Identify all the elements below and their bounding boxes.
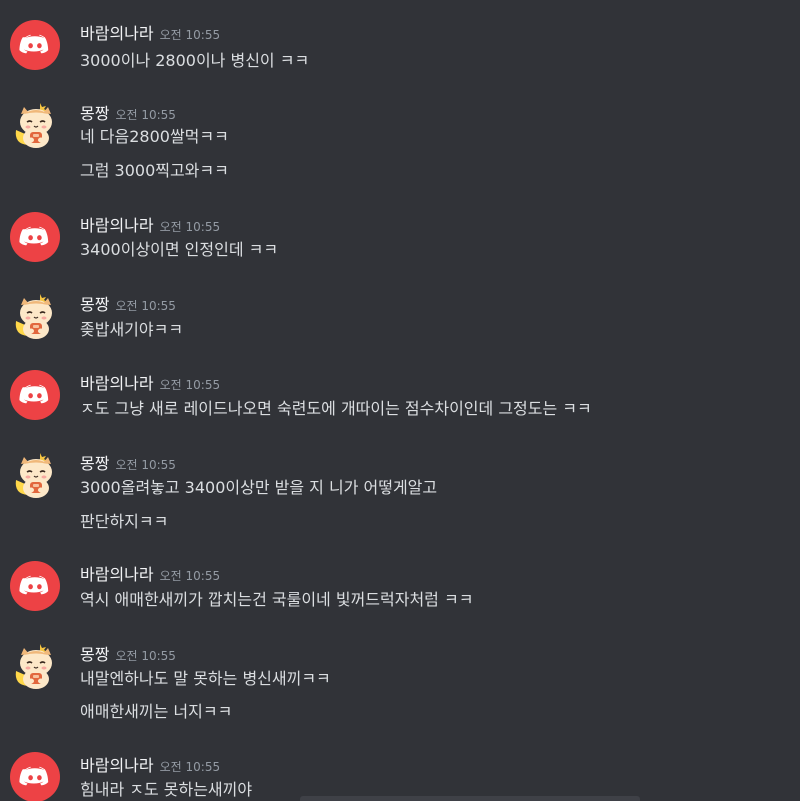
avatar[interactable] bbox=[10, 212, 60, 262]
message-header: 몽짱 오전 10:55 bbox=[80, 100, 176, 124]
message-text: 3400이상이면 인정인데 ㅋㅋ bbox=[80, 240, 279, 259]
cat-avatar-icon bbox=[15, 294, 52, 339]
discord-logo-icon bbox=[19, 575, 49, 595]
discord-logo-icon bbox=[19, 384, 49, 404]
timestamp[interactable]: 오전 10:55 bbox=[115, 299, 175, 313]
username[interactable]: 몽짱 bbox=[80, 104, 109, 123]
message-text: 네 다음2800쌀먹ㅋㅋ bbox=[80, 127, 229, 146]
cat-avatar-icon bbox=[15, 453, 52, 498]
username[interactable]: 바람의나라 bbox=[80, 24, 154, 43]
timestamp[interactable]: 오전 10:55 bbox=[115, 108, 175, 122]
avatar[interactable] bbox=[10, 370, 60, 420]
avatar[interactable] bbox=[10, 752, 60, 801]
message-text: 3000이나 2800이나 병신이 ㅋㅋ bbox=[80, 51, 310, 70]
timestamp[interactable]: 오전 10:55 bbox=[160, 760, 220, 774]
username[interactable]: 바람의나라 bbox=[80, 374, 154, 393]
message-header: 바람의나라 오전 10:55 bbox=[80, 370, 220, 394]
avatar[interactable] bbox=[10, 20, 60, 70]
username[interactable]: 바람의나라 bbox=[80, 565, 154, 584]
avatar[interactable] bbox=[10, 450, 60, 500]
message-text: 애매한새끼는 너지ㅋㅋ bbox=[80, 702, 233, 721]
avatar[interactable] bbox=[10, 100, 60, 150]
message-header: 바람의나라 오전 10:55 bbox=[80, 752, 220, 776]
timestamp[interactable]: 오전 10:55 bbox=[160, 220, 220, 234]
username[interactable]: 바람의나라 bbox=[80, 756, 154, 775]
chat-message-list[interactable]: 바람의나라 오전 10:55 3000이나 2800이나 병신이 ㅋㅋ 몽짱 오… bbox=[0, 0, 800, 801]
timestamp[interactable]: 오전 10:55 bbox=[160, 378, 220, 392]
username[interactable]: 몽짱 bbox=[80, 454, 109, 473]
avatar[interactable] bbox=[10, 561, 60, 611]
message-text: 힘내라 ㅈ도 못하는새끼야 bbox=[80, 780, 253, 799]
message-header: 몽짱 오전 10:55 bbox=[80, 641, 176, 665]
message-text: 그럼 3000찍고와ㅋㅋ bbox=[80, 161, 229, 180]
message-header: 바람의나라 오전 10:55 bbox=[80, 20, 220, 44]
message-text: ㅈ도 그냥 새로 레이드나오면 숙련도에 개따이는 점수차이인데 그정도는 ㅋㅋ bbox=[80, 399, 592, 418]
discord-logo-icon bbox=[19, 226, 49, 246]
message-text: 판단하지ㅋㅋ bbox=[80, 512, 169, 531]
message-text: 좆밥새기야ㅋㅋ bbox=[80, 320, 184, 339]
timestamp[interactable]: 오전 10:55 bbox=[115, 458, 175, 472]
username[interactable]: 몽짱 bbox=[80, 645, 109, 664]
username[interactable]: 몽짱 bbox=[80, 295, 109, 314]
message-text: 내말엔하나도 말 못하는 병신새끼ㅋㅋ bbox=[80, 669, 331, 688]
message-header: 바람의나라 오전 10:55 bbox=[80, 561, 220, 585]
scroll-indicator[interactable] bbox=[300, 796, 640, 801]
avatar[interactable] bbox=[10, 291, 60, 341]
timestamp[interactable]: 오전 10:55 bbox=[160, 569, 220, 583]
message-header: 바람의나라 오전 10:55 bbox=[80, 212, 220, 236]
discord-logo-icon bbox=[19, 34, 49, 54]
cat-avatar-icon bbox=[15, 103, 52, 148]
username[interactable]: 바람의나라 bbox=[80, 216, 154, 235]
timestamp[interactable]: 오전 10:55 bbox=[115, 649, 175, 663]
discord-logo-icon bbox=[19, 766, 49, 786]
cat-avatar-icon bbox=[15, 644, 52, 689]
message-header: 몽짱 오전 10:55 bbox=[80, 291, 176, 315]
message-text: 3000올려놓고 3400이상만 받을 지 니가 어떻게알고 bbox=[80, 478, 438, 497]
timestamp[interactable]: 오전 10:55 bbox=[160, 28, 220, 42]
message-header: 몽짱 오전 10:55 bbox=[80, 450, 176, 474]
message-text: 역시 애매한새끼가 깝치는건 국룰이네 빛꺼드럭자처럼 ㅋㅋ bbox=[80, 590, 474, 609]
avatar[interactable] bbox=[10, 641, 60, 691]
